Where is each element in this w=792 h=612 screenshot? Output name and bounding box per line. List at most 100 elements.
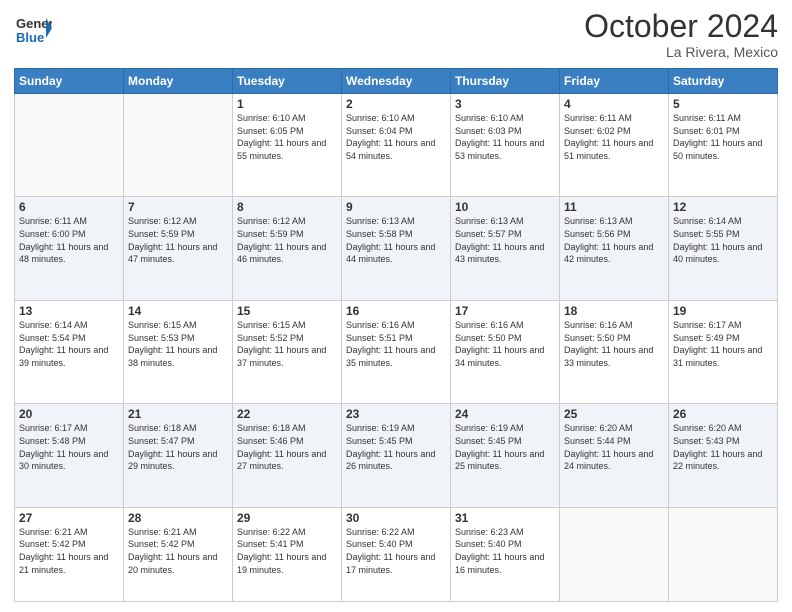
logo-text-block: General Blue bbox=[14, 10, 52, 48]
location-subtitle: La Rivera, Mexico bbox=[584, 44, 778, 60]
day-number: 4 bbox=[564, 97, 664, 111]
day-info: Sunrise: 6:18 AM Sunset: 5:47 PM Dayligh… bbox=[128, 422, 228, 472]
day-info: Sunrise: 6:10 AM Sunset: 6:05 PM Dayligh… bbox=[237, 112, 337, 162]
col-thursday: Thursday bbox=[451, 69, 560, 94]
day-info: Sunrise: 6:15 AM Sunset: 5:53 PM Dayligh… bbox=[128, 319, 228, 369]
day-info: Sunrise: 6:11 AM Sunset: 6:00 PM Dayligh… bbox=[19, 215, 119, 265]
day-info: Sunrise: 6:15 AM Sunset: 5:52 PM Dayligh… bbox=[237, 319, 337, 369]
day-number: 19 bbox=[673, 304, 773, 318]
calendar-cell: 13Sunrise: 6:14 AM Sunset: 5:54 PM Dayli… bbox=[15, 300, 124, 403]
day-number: 24 bbox=[455, 407, 555, 421]
day-number: 23 bbox=[346, 407, 446, 421]
calendar-cell: 26Sunrise: 6:20 AM Sunset: 5:43 PM Dayli… bbox=[669, 404, 778, 507]
day-info: Sunrise: 6:17 AM Sunset: 5:49 PM Dayligh… bbox=[673, 319, 773, 369]
day-info: Sunrise: 6:13 AM Sunset: 5:56 PM Dayligh… bbox=[564, 215, 664, 265]
day-info: Sunrise: 6:13 AM Sunset: 5:57 PM Dayligh… bbox=[455, 215, 555, 265]
calendar-cell: 7Sunrise: 6:12 AM Sunset: 5:59 PM Daylig… bbox=[124, 197, 233, 300]
calendar-cell: 10Sunrise: 6:13 AM Sunset: 5:57 PM Dayli… bbox=[451, 197, 560, 300]
day-number: 28 bbox=[128, 511, 228, 525]
day-info: Sunrise: 6:21 AM Sunset: 5:42 PM Dayligh… bbox=[128, 526, 228, 576]
day-number: 10 bbox=[455, 200, 555, 214]
logo-text: General Blue bbox=[14, 10, 52, 48]
calendar-cell: 17Sunrise: 6:16 AM Sunset: 5:50 PM Dayli… bbox=[451, 300, 560, 403]
calendar-cell: 29Sunrise: 6:22 AM Sunset: 5:41 PM Dayli… bbox=[233, 507, 342, 601]
day-info: Sunrise: 6:19 AM Sunset: 5:45 PM Dayligh… bbox=[346, 422, 446, 472]
day-number: 6 bbox=[19, 200, 119, 214]
calendar-cell: 2Sunrise: 6:10 AM Sunset: 6:04 PM Daylig… bbox=[342, 94, 451, 197]
logo-icon: General Blue bbox=[14, 10, 52, 48]
day-info: Sunrise: 6:23 AM Sunset: 5:40 PM Dayligh… bbox=[455, 526, 555, 576]
calendar-cell: 18Sunrise: 6:16 AM Sunset: 5:50 PM Dayli… bbox=[560, 300, 669, 403]
calendar-cell bbox=[560, 507, 669, 601]
calendar-cell: 30Sunrise: 6:22 AM Sunset: 5:40 PM Dayli… bbox=[342, 507, 451, 601]
day-info: Sunrise: 6:16 AM Sunset: 5:50 PM Dayligh… bbox=[455, 319, 555, 369]
calendar-cell bbox=[124, 94, 233, 197]
day-number: 16 bbox=[346, 304, 446, 318]
calendar-cell: 1Sunrise: 6:10 AM Sunset: 6:05 PM Daylig… bbox=[233, 94, 342, 197]
calendar-cell bbox=[15, 94, 124, 197]
calendar-cell: 5Sunrise: 6:11 AM Sunset: 6:01 PM Daylig… bbox=[669, 94, 778, 197]
col-saturday: Saturday bbox=[669, 69, 778, 94]
logo: General Blue bbox=[14, 10, 52, 48]
day-info: Sunrise: 6:22 AM Sunset: 5:40 PM Dayligh… bbox=[346, 526, 446, 576]
calendar-cell: 12Sunrise: 6:14 AM Sunset: 5:55 PM Dayli… bbox=[669, 197, 778, 300]
page-container: General Blue October 2024 La Rivera, Mex… bbox=[0, 0, 792, 612]
calendar-header-row: Sunday Monday Tuesday Wednesday Thursday… bbox=[15, 69, 778, 94]
day-info: Sunrise: 6:18 AM Sunset: 5:46 PM Dayligh… bbox=[237, 422, 337, 472]
calendar-cell: 28Sunrise: 6:21 AM Sunset: 5:42 PM Dayli… bbox=[124, 507, 233, 601]
col-tuesday: Tuesday bbox=[233, 69, 342, 94]
calendar-cell bbox=[669, 507, 778, 601]
month-title: October 2024 bbox=[584, 10, 778, 42]
day-number: 26 bbox=[673, 407, 773, 421]
calendar-cell: 11Sunrise: 6:13 AM Sunset: 5:56 PM Dayli… bbox=[560, 197, 669, 300]
calendar-cell: 22Sunrise: 6:18 AM Sunset: 5:46 PM Dayli… bbox=[233, 404, 342, 507]
day-info: Sunrise: 6:16 AM Sunset: 5:51 PM Dayligh… bbox=[346, 319, 446, 369]
calendar-cell: 19Sunrise: 6:17 AM Sunset: 5:49 PM Dayli… bbox=[669, 300, 778, 403]
day-info: Sunrise: 6:19 AM Sunset: 5:45 PM Dayligh… bbox=[455, 422, 555, 472]
day-number: 15 bbox=[237, 304, 337, 318]
day-info: Sunrise: 6:17 AM Sunset: 5:48 PM Dayligh… bbox=[19, 422, 119, 472]
calendar-cell: 14Sunrise: 6:15 AM Sunset: 5:53 PM Dayli… bbox=[124, 300, 233, 403]
day-number: 5 bbox=[673, 97, 773, 111]
day-info: Sunrise: 6:10 AM Sunset: 6:04 PM Dayligh… bbox=[346, 112, 446, 162]
svg-text:Blue: Blue bbox=[16, 30, 44, 45]
calendar-cell: 23Sunrise: 6:19 AM Sunset: 5:45 PM Dayli… bbox=[342, 404, 451, 507]
day-info: Sunrise: 6:22 AM Sunset: 5:41 PM Dayligh… bbox=[237, 526, 337, 576]
calendar-cell: 25Sunrise: 6:20 AM Sunset: 5:44 PM Dayli… bbox=[560, 404, 669, 507]
calendar-cell: 16Sunrise: 6:16 AM Sunset: 5:51 PM Dayli… bbox=[342, 300, 451, 403]
calendar-cell: 31Sunrise: 6:23 AM Sunset: 5:40 PM Dayli… bbox=[451, 507, 560, 601]
day-number: 2 bbox=[346, 97, 446, 111]
day-info: Sunrise: 6:16 AM Sunset: 5:50 PM Dayligh… bbox=[564, 319, 664, 369]
day-info: Sunrise: 6:13 AM Sunset: 5:58 PM Dayligh… bbox=[346, 215, 446, 265]
calendar-cell: 6Sunrise: 6:11 AM Sunset: 6:00 PM Daylig… bbox=[15, 197, 124, 300]
day-number: 17 bbox=[455, 304, 555, 318]
day-info: Sunrise: 6:12 AM Sunset: 5:59 PM Dayligh… bbox=[237, 215, 337, 265]
header: General Blue October 2024 La Rivera, Mex… bbox=[14, 10, 778, 60]
calendar-table: Sunday Monday Tuesday Wednesday Thursday… bbox=[14, 68, 778, 602]
day-number: 7 bbox=[128, 200, 228, 214]
calendar-cell: 27Sunrise: 6:21 AM Sunset: 5:42 PM Dayli… bbox=[15, 507, 124, 601]
day-number: 29 bbox=[237, 511, 337, 525]
calendar-cell: 15Sunrise: 6:15 AM Sunset: 5:52 PM Dayli… bbox=[233, 300, 342, 403]
day-number: 3 bbox=[455, 97, 555, 111]
col-sunday: Sunday bbox=[15, 69, 124, 94]
day-info: Sunrise: 6:12 AM Sunset: 5:59 PM Dayligh… bbox=[128, 215, 228, 265]
day-info: Sunrise: 6:11 AM Sunset: 6:02 PM Dayligh… bbox=[564, 112, 664, 162]
calendar-cell: 8Sunrise: 6:12 AM Sunset: 5:59 PM Daylig… bbox=[233, 197, 342, 300]
col-wednesday: Wednesday bbox=[342, 69, 451, 94]
day-number: 11 bbox=[564, 200, 664, 214]
day-number: 9 bbox=[346, 200, 446, 214]
day-info: Sunrise: 6:14 AM Sunset: 5:55 PM Dayligh… bbox=[673, 215, 773, 265]
col-friday: Friday bbox=[560, 69, 669, 94]
calendar-cell: 24Sunrise: 6:19 AM Sunset: 5:45 PM Dayli… bbox=[451, 404, 560, 507]
day-number: 22 bbox=[237, 407, 337, 421]
day-number: 13 bbox=[19, 304, 119, 318]
title-block: October 2024 La Rivera, Mexico bbox=[584, 10, 778, 60]
day-number: 30 bbox=[346, 511, 446, 525]
day-number: 14 bbox=[128, 304, 228, 318]
day-number: 27 bbox=[19, 511, 119, 525]
calendar-cell: 3Sunrise: 6:10 AM Sunset: 6:03 PM Daylig… bbox=[451, 94, 560, 197]
calendar-cell: 21Sunrise: 6:18 AM Sunset: 5:47 PM Dayli… bbox=[124, 404, 233, 507]
day-number: 21 bbox=[128, 407, 228, 421]
day-number: 1 bbox=[237, 97, 337, 111]
